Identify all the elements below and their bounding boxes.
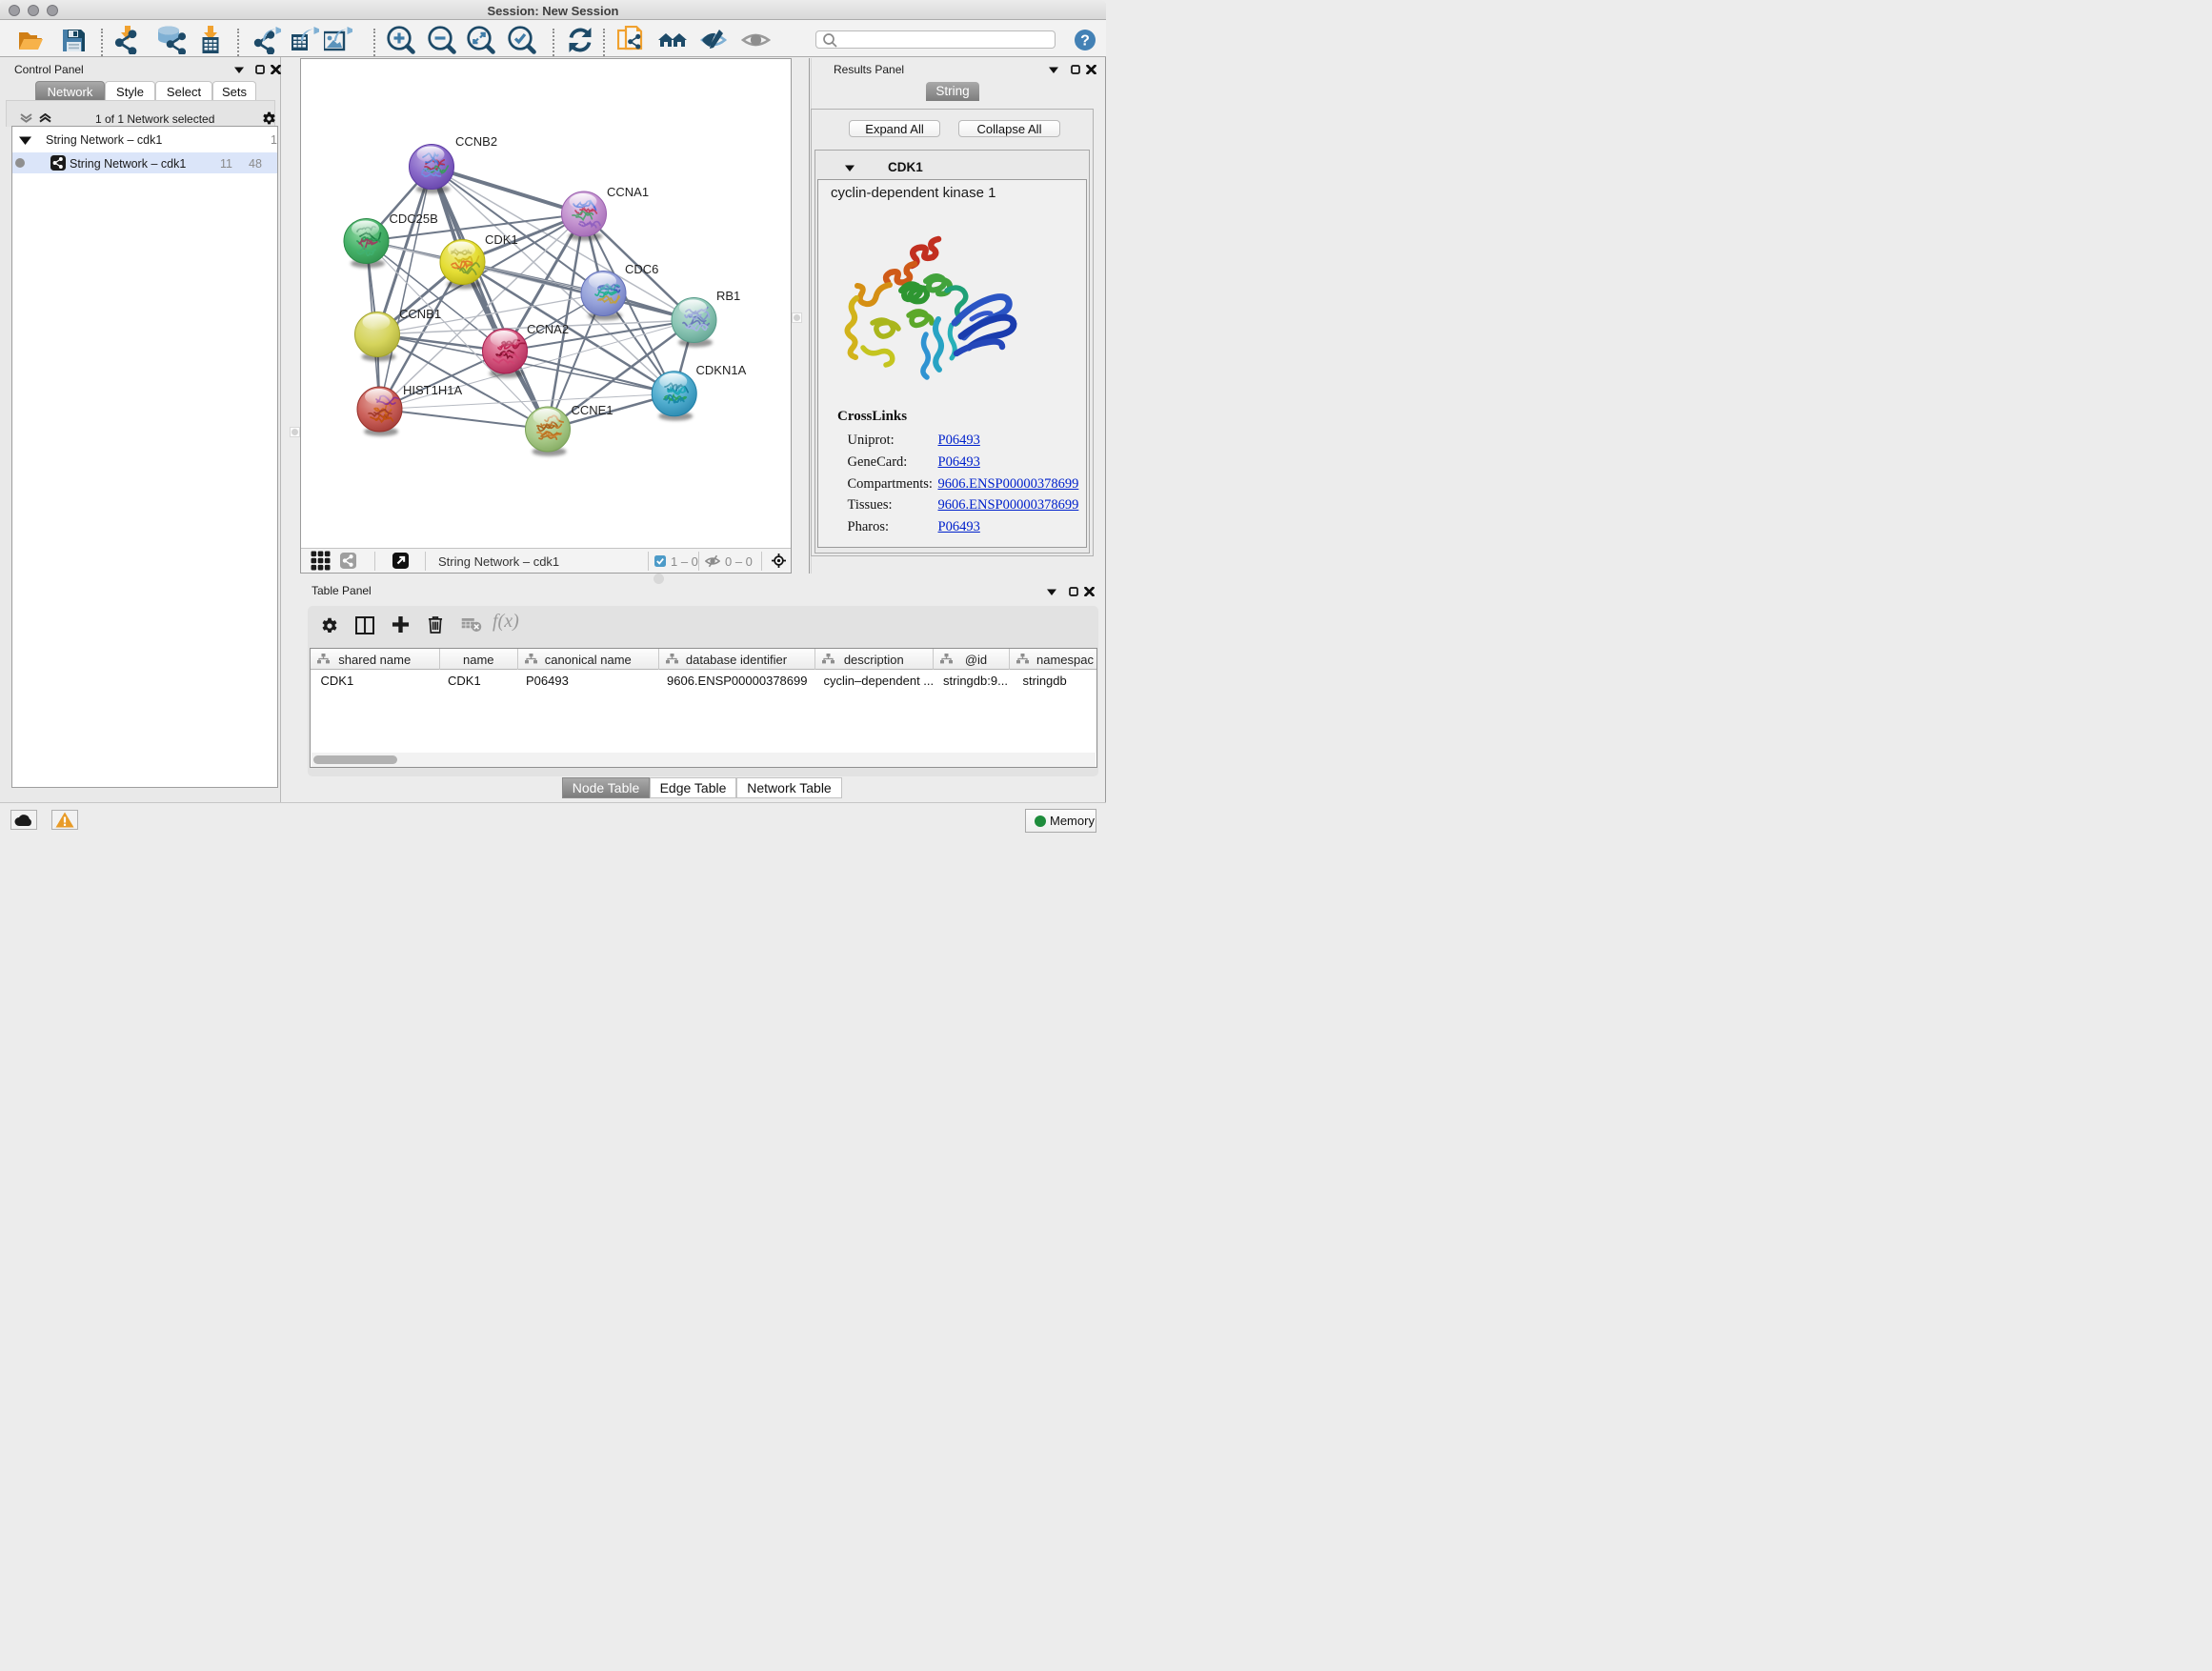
svg-text:CCNB2: CCNB2 [455,134,497,149]
svg-text:CDC25B: CDC25B [390,211,438,226]
svg-text:CDC6: CDC6 [625,262,658,276]
svg-text:CDK1: CDK1 [485,232,518,247]
svg-text:CCNB1: CCNB1 [399,307,441,321]
svg-text:RB1: RB1 [716,289,740,303]
svg-text:CCNA1: CCNA1 [607,185,649,199]
svg-text:CDKN1A: CDKN1A [696,363,747,377]
svg-text:HIST1H1A: HIST1H1A [403,383,462,397]
svg-text:CCNE1: CCNE1 [572,403,613,417]
svg-text:?: ? [1080,33,1090,50]
svg-text:CCNA2: CCNA2 [527,322,569,336]
